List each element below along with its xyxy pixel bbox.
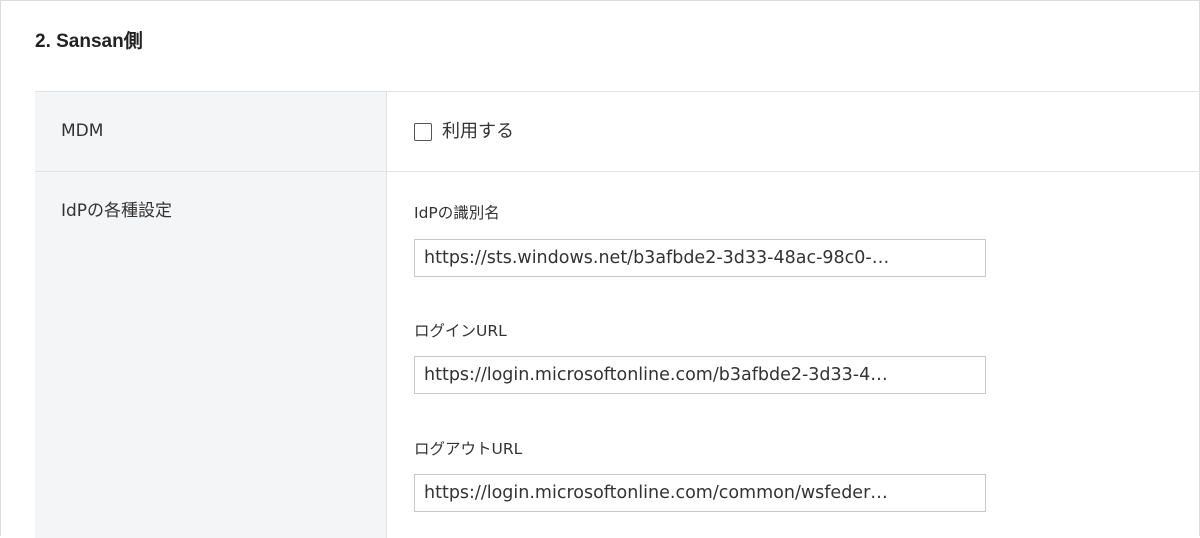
login-url-input[interactable]: https://login.microsoftonline.com/b3afbd… xyxy=(414,356,986,394)
mdm-checkbox-label[interactable]: 利用する xyxy=(442,120,514,144)
mdm-checkbox[interactable] xyxy=(414,123,432,141)
idp-identifier-input[interactable]: https://sts.windows.net/b3afbde2-3d33-48… xyxy=(414,239,986,277)
settings-panel: 2. Sansan側 MDM 利用する IdPの各種設定 IdPの識別名 htt… xyxy=(0,0,1200,538)
mdm-row: MDM 利用する xyxy=(35,92,1200,172)
logout-url-input[interactable]: https://login.microsoftonline.com/common… xyxy=(414,474,986,512)
idp-label-cell: IdPの各種設定 xyxy=(35,172,387,538)
login-url-label: ログインURL xyxy=(414,322,507,340)
idp-identifier-label: IdPの識別名 xyxy=(414,204,500,222)
idp-settings-label: IdPの各種設定 xyxy=(61,201,173,221)
settings-table: MDM 利用する IdPの各種設定 IdPの識別名 https://sts.wi… xyxy=(35,91,1200,538)
idp-value-cell: IdPの識別名 https://sts.windows.net/b3afbde2… xyxy=(387,172,1200,538)
logout-url-label: ログアウトURL xyxy=(414,440,523,458)
mdm-value-cell: 利用する xyxy=(387,92,1200,171)
mdm-checkbox-control[interactable]: 利用する xyxy=(414,120,514,144)
idp-settings-row: IdPの各種設定 IdPの識別名 https://sts.windows.net… xyxy=(35,172,1200,538)
mdm-label: MDM xyxy=(61,121,104,141)
mdm-label-cell: MDM xyxy=(35,92,387,171)
section-title: 2. Sansan側 xyxy=(35,31,143,52)
